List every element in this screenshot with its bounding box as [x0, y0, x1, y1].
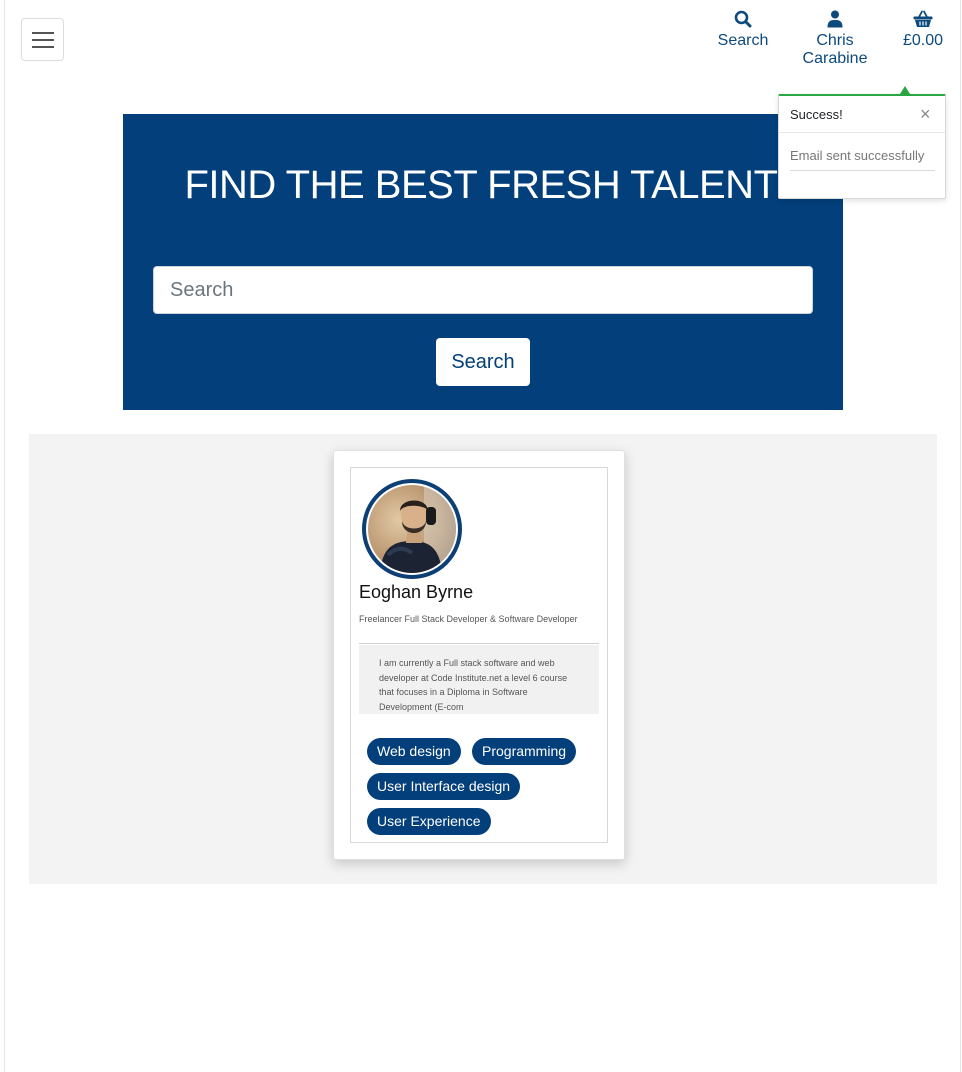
- user-icon: [827, 10, 843, 28]
- toast-message: Email sent successfully: [790, 148, 925, 163]
- search-icon: [734, 10, 752, 28]
- navbar-toggle-button[interactable]: [21, 18, 64, 61]
- toast-arrow: [900, 86, 910, 94]
- toast-title: Success!: [790, 107, 843, 122]
- avatar: [362, 479, 462, 579]
- profile-bio: I am currently a Full stack software and…: [379, 658, 568, 712]
- hero-search-input[interactable]: [153, 266, 813, 314]
- toast-divider: [790, 170, 935, 171]
- close-icon[interactable]: ×: [920, 105, 931, 123]
- profile-bio-box: I am currently a Full stack software and…: [359, 645, 599, 714]
- avatar-photo: [368, 485, 456, 573]
- nav-user-label: Chris Carabine: [802, 32, 868, 67]
- page-border-right: [960, 0, 961, 1072]
- basket-icon: [913, 10, 933, 27]
- hamburger-icon: [31, 31, 54, 48]
- hero-search-button[interactable]: Search: [436, 338, 530, 386]
- nav-account-link[interactable]: Chris Carabine: [782, 10, 888, 68]
- profile-name: Eoghan Byrne: [359, 582, 474, 602]
- success-toast: Success! × Email sent successfully: [778, 94, 946, 199]
- profile-headline: Freelancer Full Stack Developer & Softwa…: [359, 614, 578, 624]
- skill-tag[interactable]: User Interface design: [367, 773, 521, 800]
- page-border-left: [4, 0, 5, 1072]
- nav-search-link[interactable]: Search: [715, 10, 771, 50]
- nav-basket-total: £0.00: [902, 32, 944, 49]
- nav-basket-link[interactable]: £0.00: [900, 10, 946, 50]
- skill-tag[interactable]: Programming: [472, 738, 577, 765]
- profile-divider: [359, 643, 599, 644]
- skill-tag[interactable]: Web design: [367, 738, 461, 765]
- nav-search-label: Search: [717, 32, 769, 49]
- toast-header: Success! ×: [779, 96, 945, 133]
- skill-tag[interactable]: User Experience: [367, 808, 491, 835]
